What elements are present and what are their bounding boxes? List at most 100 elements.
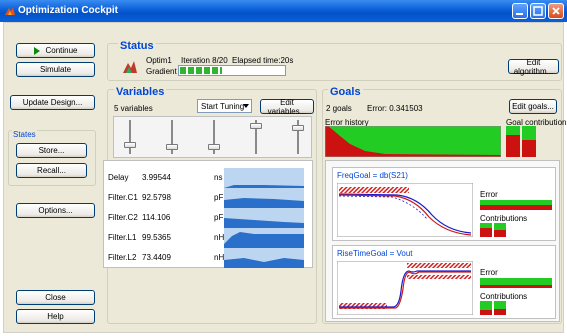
sparkline-area (224, 232, 304, 248)
variable-value: 92.5798 (142, 193, 171, 202)
update-design-label: Update Design... (22, 98, 83, 107)
freq-contributions-bars (480, 223, 506, 237)
tuning-select[interactable]: Start Tuning (197, 99, 252, 113)
play-icon (34, 46, 41, 55)
freq-goal-plot (337, 183, 473, 237)
close-label: Close (45, 293, 66, 302)
variable-row: Filter.C1 92.5798 pF (104, 188, 312, 208)
variable-slider[interactable] (250, 117, 262, 159)
close-button[interactable]: Close (16, 290, 95, 305)
elapsed-time-text: Elapsed time:20s (232, 56, 294, 65)
rise-contrib-1 (480, 310, 492, 315)
goal-card-freq: FreqGoal = db(S21) Error Contributions (332, 167, 556, 241)
goal-contributions-chart (506, 126, 536, 157)
rise-settle-constraint (407, 275, 471, 279)
close-window-button[interactable] (548, 3, 564, 19)
rise-error-bar (480, 278, 552, 288)
progress-fill (180, 67, 223, 74)
goal-title-freq: FreqGoal = db(S21) (337, 171, 408, 180)
minimize-icon (516, 13, 523, 15)
simulate-button[interactable]: Simulate (16, 62, 95, 77)
optimization-icon (123, 61, 137, 73)
rise-contributions-bars (480, 301, 506, 315)
minimize-button[interactable] (512, 3, 528, 19)
continue-button[interactable]: Continue (16, 43, 95, 58)
help-label: Help (47, 312, 64, 321)
variable-sparkline (224, 208, 304, 228)
variable-sparkline (224, 168, 304, 188)
help-button[interactable]: Help (16, 309, 95, 324)
states-label: States (12, 130, 37, 139)
variable-unit: nH (214, 253, 225, 262)
store-label: Store... (38, 146, 65, 155)
method-text: Gradient (146, 67, 177, 76)
variable-value: 114.106 (142, 213, 171, 222)
rise-error-label: Error (480, 268, 498, 277)
status-heading: Status (118, 40, 156, 52)
rise-goal-plot (337, 261, 473, 315)
store-button[interactable]: Store... (16, 143, 87, 158)
goals-heading: Goals (328, 86, 363, 98)
variable-sparkline (224, 228, 304, 248)
rise-error-bar-red (480, 285, 552, 288)
variable-row: Filter.L1 99.5365 nH (104, 228, 312, 248)
edit-variables-button[interactable]: Edit variables... (260, 97, 314, 116)
freq-error-bar-red (480, 205, 552, 210)
tuning-select-value: Start Tuning (201, 101, 245, 111)
variable-slider[interactable] (124, 117, 136, 159)
contribution-bar-2 (522, 140, 536, 157)
variable-row: Delay 3.99544 ns (104, 168, 312, 188)
variable-row: Filter.C2 114.106 pF (104, 208, 312, 228)
variable-slider[interactable] (292, 117, 304, 159)
chevron-down-icon (243, 104, 249, 108)
freq-constraint-region (339, 187, 409, 193)
variable-name: Filter.L2 (108, 253, 137, 262)
slider-thumb[interactable] (292, 125, 304, 132)
slider-thumb[interactable] (124, 142, 136, 149)
variables-count: 5 variables (114, 104, 153, 113)
options-button[interactable]: Options... (16, 203, 95, 218)
variable-unit: pF (214, 193, 224, 202)
update-design-button[interactable]: Update Design... (10, 95, 95, 110)
title-bar: Optimization Cockpit (0, 0, 567, 22)
freq-contributions-label: Contributions (480, 214, 528, 223)
variable-sparkline (224, 188, 304, 208)
variable-slider[interactable] (166, 117, 178, 159)
contribution-bar-1 (506, 135, 520, 157)
variable-name: Delay (108, 173, 129, 182)
variable-sparkline (224, 248, 304, 268)
variable-unit: ns (214, 173, 223, 182)
edit-algorithm-label: Edit algorithm... (513, 57, 554, 76)
slider-track (129, 120, 131, 154)
simulate-label: Simulate (39, 65, 72, 74)
variable-name: Filter.C2 (108, 213, 138, 222)
error-history-chart (325, 126, 501, 157)
maximize-button[interactable] (530, 3, 546, 19)
rise-contributions-label: Contributions (480, 292, 528, 301)
variable-name: Filter.C1 (108, 193, 138, 202)
goal-plots-panel: FreqGoal = db(S21) Error Contributions R… (325, 160, 560, 322)
maximize-icon (533, 6, 543, 16)
freq-error-label: Error (480, 190, 498, 199)
slider-thumb[interactable] (208, 143, 220, 150)
edit-variables-label: Edit variables... (267, 97, 307, 116)
recall-button[interactable]: Recall... (16, 163, 87, 178)
sliders-panel (113, 116, 312, 158)
edit-goals-button[interactable]: Edit goals... (509, 99, 557, 114)
edit-goals-label: Edit goals... (512, 102, 554, 111)
matlab-icon (5, 7, 15, 15)
variable-name: Filter.L1 (108, 233, 137, 242)
variables-table: Delay 3.99544 ns Filter.C1 92.5798 pF Fi… (103, 160, 313, 268)
variable-unit: nH (214, 233, 225, 242)
goals-count: 2 goals (326, 104, 352, 113)
variable-slider[interactable] (208, 117, 220, 159)
window-title: Optimization Cockpit (18, 5, 118, 16)
variable-unit: pF (214, 213, 224, 222)
variables-heading: Variables (114, 86, 167, 98)
edit-algorithm-button[interactable]: Edit algorithm... (508, 57, 559, 76)
slider-thumb[interactable] (250, 123, 262, 130)
variable-value: 99.5365 (142, 233, 171, 242)
close-icon (552, 7, 560, 15)
slider-thumb[interactable] (166, 143, 178, 150)
options-label: Options... (38, 206, 73, 215)
